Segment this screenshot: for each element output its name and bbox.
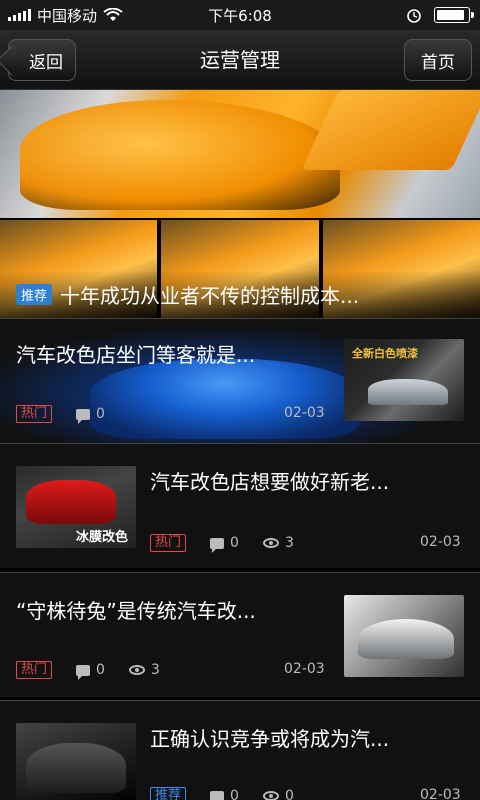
status-bar: 中国移动 下午6:08 — [0, 0, 480, 30]
article-title: 汽车改色店坐门等客就是... — [16, 343, 256, 367]
battery-icon — [434, 7, 474, 23]
signal-icon — [8, 9, 31, 21]
home-button[interactable]: 首页 — [404, 39, 472, 81]
view-count: 3 — [150, 662, 160, 678]
carrier-label: 中国移动 — [37, 6, 98, 25]
view-count: 3 — [284, 535, 294, 551]
article-date: 02-03 — [284, 661, 325, 677]
hot-badge: 热门 — [16, 661, 53, 679]
article-thumbnail: 冰膜改色 — [16, 466, 136, 548]
hot-badge: 热门 — [150, 534, 187, 552]
recommend-badge: 推荐 — [16, 283, 53, 305]
article-date: 02-03 — [420, 534, 461, 550]
wifi-icon — [103, 8, 123, 21]
alarm-icon — [407, 9, 421, 23]
recommend-badge: 推荐 — [150, 787, 187, 800]
comment-icon — [76, 664, 91, 680]
featured-caption: 推荐 十年成功从业者不传的控制成本... — [0, 270, 480, 318]
article-title: “守株待兔”是传统汽车改... — [16, 599, 256, 623]
views-icon — [128, 665, 145, 675]
article-title: 正确认识竞争或将成为汽... — [150, 727, 390, 751]
article-thumbnail — [344, 595, 464, 677]
comment-count: 0 — [230, 788, 239, 800]
background-car-image — [90, 359, 360, 439]
view-count: 0 — [284, 788, 294, 800]
featured-title: 十年成功从业者不传的控制成本... — [60, 283, 360, 308]
list-item[interactable]: 正确认识竞争或将成为汽... 推荐 0 0 02-03 — [0, 700, 480, 800]
article-date: 02-03 — [420, 787, 461, 800]
comment-icon — [210, 537, 225, 553]
list-item[interactable]: 冰膜改色 汽车改色店想要做好新老... 热门 0 3 02-03 — [0, 443, 480, 568]
article-meta: 热门 0 3 — [150, 534, 294, 553]
comment-icon — [210, 790, 225, 800]
article-thumbnail: 全新白色喷漆 — [344, 339, 464, 421]
featured-image — [0, 90, 480, 218]
article-title: 汽车改色店想要做好新老... — [150, 470, 390, 494]
nav-bar: 运营管理 返回 首页 — [0, 30, 480, 90]
article-meta: 热门 0 3 — [16, 661, 160, 680]
comment-icon — [76, 408, 91, 424]
article-meta: 热门 0 — [16, 405, 105, 424]
article-thumbnail — [16, 723, 136, 800]
comment-count: 0 — [96, 406, 105, 422]
featured-article[interactable]: 推荐 十年成功从业者不传的控制成本... — [0, 90, 480, 318]
article-meta: 推荐 0 0 — [150, 787, 294, 800]
views-icon — [262, 538, 279, 548]
list-item[interactable]: “守株待兔”是传统汽车改... 热门 0 3 02-03 — [0, 572, 480, 697]
article-date: 02-03 — [284, 405, 325, 421]
list-item[interactable]: 汽车改色店坐门等客就是... 全新白色喷漆 热门 0 02-03 — [0, 318, 480, 443]
views-icon — [262, 791, 279, 800]
comment-count: 0 — [96, 662, 105, 678]
comment-count: 0 — [230, 535, 239, 551]
back-button[interactable]: 返回 — [8, 39, 76, 81]
hot-badge: 热门 — [16, 405, 53, 423]
